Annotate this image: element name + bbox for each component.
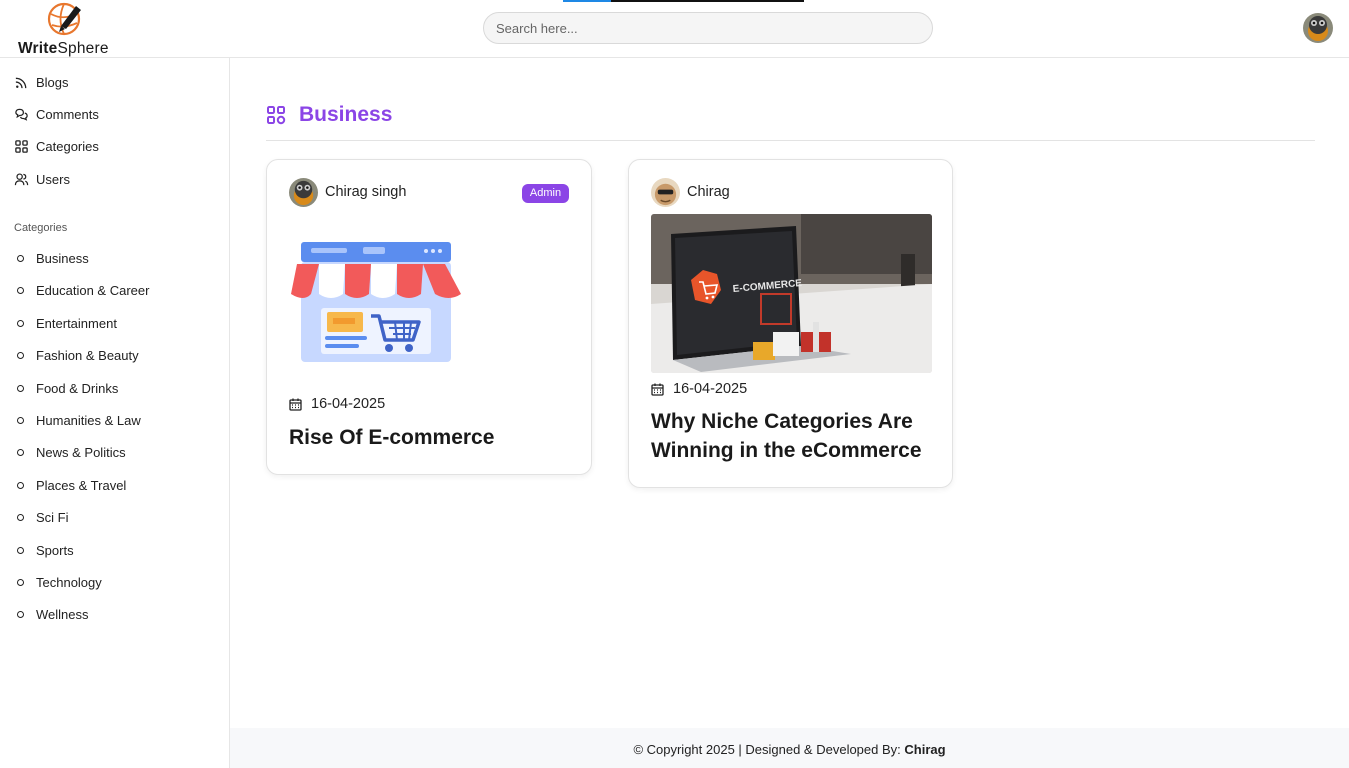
category-label: Business <box>36 250 89 266</box>
sidebar: Blogs Comments Categories Users Categori… <box>0 58 230 768</box>
category-item-sci-fi[interactable]: Sci Fi <box>17 508 69 526</box>
category-item-entertainment[interactable]: Entertainment <box>17 314 117 332</box>
category-item-technology[interactable]: Technology <box>17 573 102 591</box>
author-avatar <box>651 178 680 207</box>
comments-icon <box>15 108 28 121</box>
category-label: Technology <box>36 574 102 590</box>
category-label: Places & Travel <box>36 477 127 493</box>
circle-bullet-icon <box>17 448 24 456</box>
category-label: Humanities & Law <box>36 412 141 428</box>
category-item-education-career[interactable]: Education & Career <box>17 281 149 299</box>
category-item-food-drinks[interactable]: Food & Drinks <box>17 379 118 397</box>
category-item-fashion-beauty[interactable]: Fashion & Beauty <box>17 346 139 364</box>
storefront-cart-illustration <box>291 242 461 362</box>
category-label: Sci Fi <box>36 509 69 525</box>
category-label: Sports <box>36 542 74 558</box>
sidebar-item-label: Comments <box>36 106 99 122</box>
user-avatar[interactable] <box>1303 13 1333 43</box>
circle-bullet-icon <box>17 610 24 618</box>
calendar-icon <box>651 383 664 396</box>
rss-icon <box>15 77 27 88</box>
logo-text: WriteSphere <box>18 40 109 57</box>
page-header: Business <box>266 100 392 130</box>
sidebar-item-label: Categories <box>36 138 99 154</box>
users-icon <box>14 172 29 185</box>
footer: © Copyright 2025 | Designed & Developed … <box>230 728 1349 768</box>
post-date: 16-04-2025 <box>651 381 747 397</box>
circle-bullet-icon <box>17 481 24 489</box>
category-label: Education & Career <box>36 282 150 298</box>
category-item-business[interactable]: Business <box>17 249 89 267</box>
date-text: 16-04-2025 <box>311 396 386 412</box>
page-title: Business <box>299 103 393 126</box>
category-item-humanities-law[interactable]: Humanities & Law <box>17 411 141 429</box>
copyright-text: © Copyright 2025 | Designed & Developed … <box>633 742 905 757</box>
laptop-ecommerce-photo: E-COMMERCE <box>651 214 932 373</box>
top-header: WriteSphere <box>0 0 1349 58</box>
post-card[interactable]: Chirag E-COMMERCE 16-04-2025 Why Niche C… <box>628 159 953 488</box>
calendar-icon <box>289 398 302 411</box>
category-label: Fashion & Beauty <box>36 347 139 363</box>
circle-bullet-icon <box>17 319 24 327</box>
category-label: Wellness <box>36 606 89 622</box>
pen-globe-logo-icon <box>47 2 81 36</box>
circle-bullet-icon <box>17 513 24 521</box>
category-label: Entertainment <box>36 315 117 331</box>
category-item-news-politics[interactable]: News & Politics <box>17 443 126 461</box>
circle-bullet-icon <box>17 351 24 359</box>
category-label: Food & Drinks <box>36 380 119 396</box>
sidebar-item-users[interactable]: Users <box>14 169 70 189</box>
divider <box>266 140 1315 141</box>
avatar-image <box>651 178 680 207</box>
categories-heading: Categories <box>14 222 68 234</box>
category-item-places-travel[interactable]: Places & Travel <box>17 476 126 494</box>
post-title[interactable]: Rise Of E-commerce <box>289 423 574 452</box>
post-date: 16-04-2025 <box>289 396 385 412</box>
author-name: Chirag singh <box>325 184 407 200</box>
post-card[interactable]: Chirag singh Admin 16-04-2025 Rise Of E-… <box>266 159 592 475</box>
author-name: Chirag <box>687 184 730 200</box>
date-text: 16-04-2025 <box>673 381 748 397</box>
circle-bullet-icon <box>17 546 24 554</box>
circle-bullet-icon <box>17 286 24 294</box>
author-avatar <box>289 178 318 207</box>
circle-bullet-icon <box>17 254 24 262</box>
admin-badge: Admin <box>522 184 569 203</box>
search-input[interactable] <box>483 12 933 44</box>
category-item-sports[interactable]: Sports <box>17 541 74 559</box>
avatar-image <box>1303 13 1333 43</box>
footer-author: Chirag <box>904 742 946 757</box>
post-title[interactable]: Why Niche Categories Are Winning in the … <box>651 407 936 465</box>
sidebar-item-label: Blogs <box>36 74 69 90</box>
category-label: News & Politics <box>36 444 126 460</box>
grid-icon <box>15 139 28 153</box>
sidebar-item-categories[interactable]: Categories <box>14 136 99 156</box>
avatar-image <box>289 178 318 207</box>
top-progress-bar <box>563 0 804 2</box>
site-logo[interactable]: WriteSphere <box>18 1 118 57</box>
sidebar-item-comments[interactable]: Comments <box>14 104 99 124</box>
circle-bullet-icon <box>17 578 24 586</box>
circle-bullet-icon <box>17 384 24 392</box>
grid-icon <box>267 106 286 125</box>
circle-bullet-icon <box>17 416 24 424</box>
sidebar-item-blogs[interactable]: Blogs <box>14 72 69 92</box>
sidebar-item-label: Users <box>36 171 70 187</box>
category-item-wellness[interactable]: Wellness <box>17 605 89 623</box>
